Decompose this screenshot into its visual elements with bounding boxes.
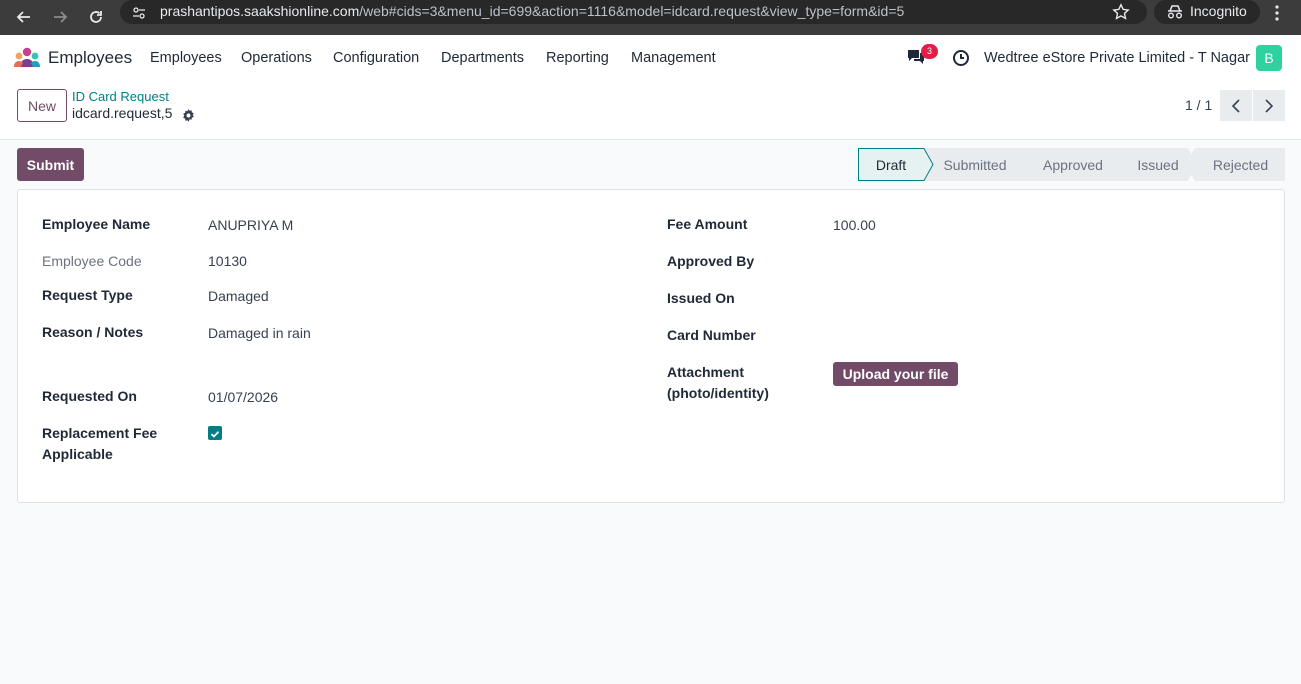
employee-name-field[interactable]: ANUPRIYA M bbox=[208, 215, 293, 236]
checkmark-icon bbox=[210, 431, 220, 438]
gear-icon[interactable] bbox=[182, 107, 195, 126]
breadcrumb-parent-link[interactable]: ID Card Request bbox=[72, 89, 169, 104]
menu-configuration[interactable]: Configuration bbox=[333, 50, 419, 66]
employee-code-label: Employee Code bbox=[42, 253, 142, 269]
employee-code-field: 10130 bbox=[208, 253, 247, 269]
pager-value[interactable]: 1 / 1 bbox=[1185, 97, 1212, 113]
menu-management[interactable]: Management bbox=[631, 50, 716, 66]
reload-icon[interactable] bbox=[86, 7, 106, 27]
submit-button[interactable]: Submit bbox=[17, 148, 84, 181]
attachment-label-line2: (photo/identity) bbox=[667, 385, 769, 401]
chevron-right-icon bbox=[1265, 98, 1274, 113]
request-type-field[interactable]: Damaged bbox=[208, 286, 269, 307]
bookmark-star-icon[interactable] bbox=[1112, 3, 1130, 25]
fee-applicable-label-line1: Replacement Fee bbox=[42, 425, 158, 441]
chevron-left-icon bbox=[1231, 98, 1240, 113]
menu-operations[interactable]: Operations bbox=[241, 50, 312, 66]
app-navbar: Employees Employees Operations Configura… bbox=[0, 35, 1301, 81]
employee-name-label: Employee Name bbox=[42, 216, 151, 232]
attachment-label-line1: Attachment bbox=[667, 364, 745, 380]
reason-label: Reason / Notes bbox=[42, 324, 144, 340]
pager-previous-button[interactable] bbox=[1220, 90, 1252, 121]
back-arrow-icon[interactable] bbox=[14, 7, 34, 27]
status-bar: Draft Submitted Approved Issued Rejected bbox=[858, 148, 1285, 181]
stage-approved[interactable]: Approved bbox=[1028, 148, 1118, 181]
employees-app-icon[interactable] bbox=[14, 47, 40, 71]
fee-applicable-label-line2: Applicable bbox=[42, 446, 113, 462]
address-bar[interactable]: prashantipos.saakshionline.com/web#cids=… bbox=[120, 0, 1147, 24]
activity-clock-icon[interactable] bbox=[952, 49, 970, 71]
approved-by-label: Approved By bbox=[667, 253, 755, 269]
requested-on-field[interactable]: 01/07/2026 bbox=[208, 387, 278, 408]
user-avatar[interactable]: B bbox=[1256, 45, 1282, 71]
incognito-chip[interactable]: Incognito bbox=[1154, 0, 1260, 24]
url-text: prashantipos.saakshionline.com/web#cids=… bbox=[160, 3, 905, 19]
menu-reporting[interactable]: Reporting bbox=[546, 50, 609, 66]
new-button[interactable]: New bbox=[17, 89, 67, 122]
app-name[interactable]: Employees bbox=[48, 48, 132, 68]
form-sheet: Employee Name ANUPRIYA M Employee Code 1… bbox=[17, 189, 1285, 503]
company-switcher[interactable]: Wedtree eStore Private Limited - T Nagar bbox=[984, 50, 1250, 66]
fee-amount-field[interactable]: 100.00 bbox=[833, 215, 876, 236]
control-panel: New ID Card Request idcard.request,5 1 /… bbox=[0, 81, 1301, 140]
stage-draft[interactable]: Draft bbox=[858, 148, 924, 181]
stage-issued[interactable]: Issued bbox=[1118, 148, 1198, 181]
menu-employees[interactable]: Employees bbox=[150, 50, 222, 66]
breadcrumb-current: idcard.request,5 bbox=[72, 105, 173, 121]
request-type-label: Request Type bbox=[42, 287, 133, 303]
site-settings-icon[interactable] bbox=[132, 5, 146, 24]
incognito-icon bbox=[1166, 4, 1184, 24]
card-number-label: Card Number bbox=[667, 327, 756, 343]
pager-next-button[interactable] bbox=[1253, 90, 1285, 121]
forward-arrow-icon[interactable] bbox=[50, 7, 70, 27]
menu-departments[interactable]: Departments bbox=[441, 50, 524, 66]
chat-badge: 3 bbox=[921, 44, 938, 59]
reason-field[interactable]: Damaged in rain bbox=[208, 323, 311, 344]
stage-rejected[interactable]: Rejected bbox=[1198, 148, 1283, 181]
upload-file-button[interactable]: Upload your file bbox=[833, 362, 958, 386]
fee-amount-label: Fee Amount bbox=[667, 216, 748, 232]
issued-on-label: Issued On bbox=[667, 290, 735, 306]
browser-menu-icon[interactable] bbox=[1270, 4, 1284, 26]
browser-toolbar: prashantipos.saakshionline.com/web#cids=… bbox=[0, 0, 1301, 35]
stage-submitted[interactable]: Submitted bbox=[930, 148, 1020, 181]
incognito-label: Incognito bbox=[1190, 3, 1247, 19]
fee-applicable-checkbox[interactable] bbox=[208, 426, 222, 440]
requested-on-label: Requested On bbox=[42, 388, 137, 404]
